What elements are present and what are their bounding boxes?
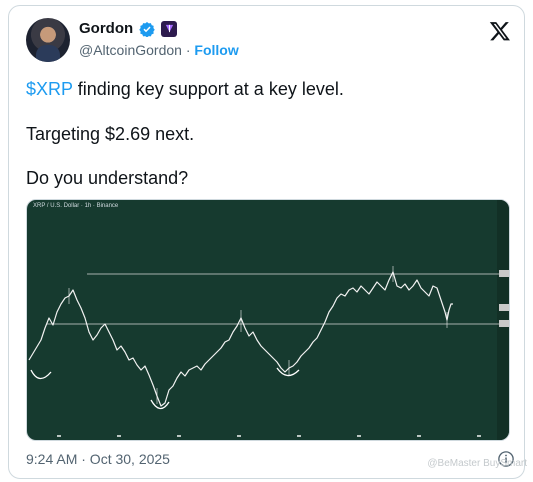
author-name[interactable]: Gordon: [79, 20, 133, 37]
support-arc-1: [30, 369, 52, 380]
author-handle[interactable]: @AltcoinGordon: [79, 42, 182, 58]
post-text-line-1-rest: finding key support at a key level.: [72, 79, 344, 99]
x-logo-icon[interactable]: [489, 20, 511, 42]
follow-button[interactable]: Follow: [194, 42, 238, 58]
separator: ·: [181, 42, 195, 58]
avatar[interactable]: [26, 18, 70, 62]
verified-icon: [139, 21, 155, 37]
cashtag-link[interactable]: $XRP: [26, 79, 73, 99]
chart-image[interactable]: XRP / U.S. Dollar · 1h · Binance: [26, 199, 510, 441]
post-timestamp[interactable]: 9:24 AM · Oct 30, 2025: [26, 451, 170, 467]
watermark: @BeMaster BuySmart: [427, 458, 527, 469]
price-chart-graphic: [28, 200, 509, 440]
post-text-line-3: Do you understand?: [26, 168, 189, 188]
affiliate-badge-icon[interactable]: [161, 20, 178, 37]
chart-header: XRP / U.S. Dollar · 1h · Binance: [33, 203, 119, 209]
author-name-row: Gordon: [79, 20, 178, 37]
post-text-line-1: $XRP finding key support at a key level.: [26, 78, 344, 100]
post-text-line-2: Targeting $2.69 next.: [26, 124, 195, 144]
handle-row: @AltcoinGordon · Follow: [79, 42, 239, 58]
